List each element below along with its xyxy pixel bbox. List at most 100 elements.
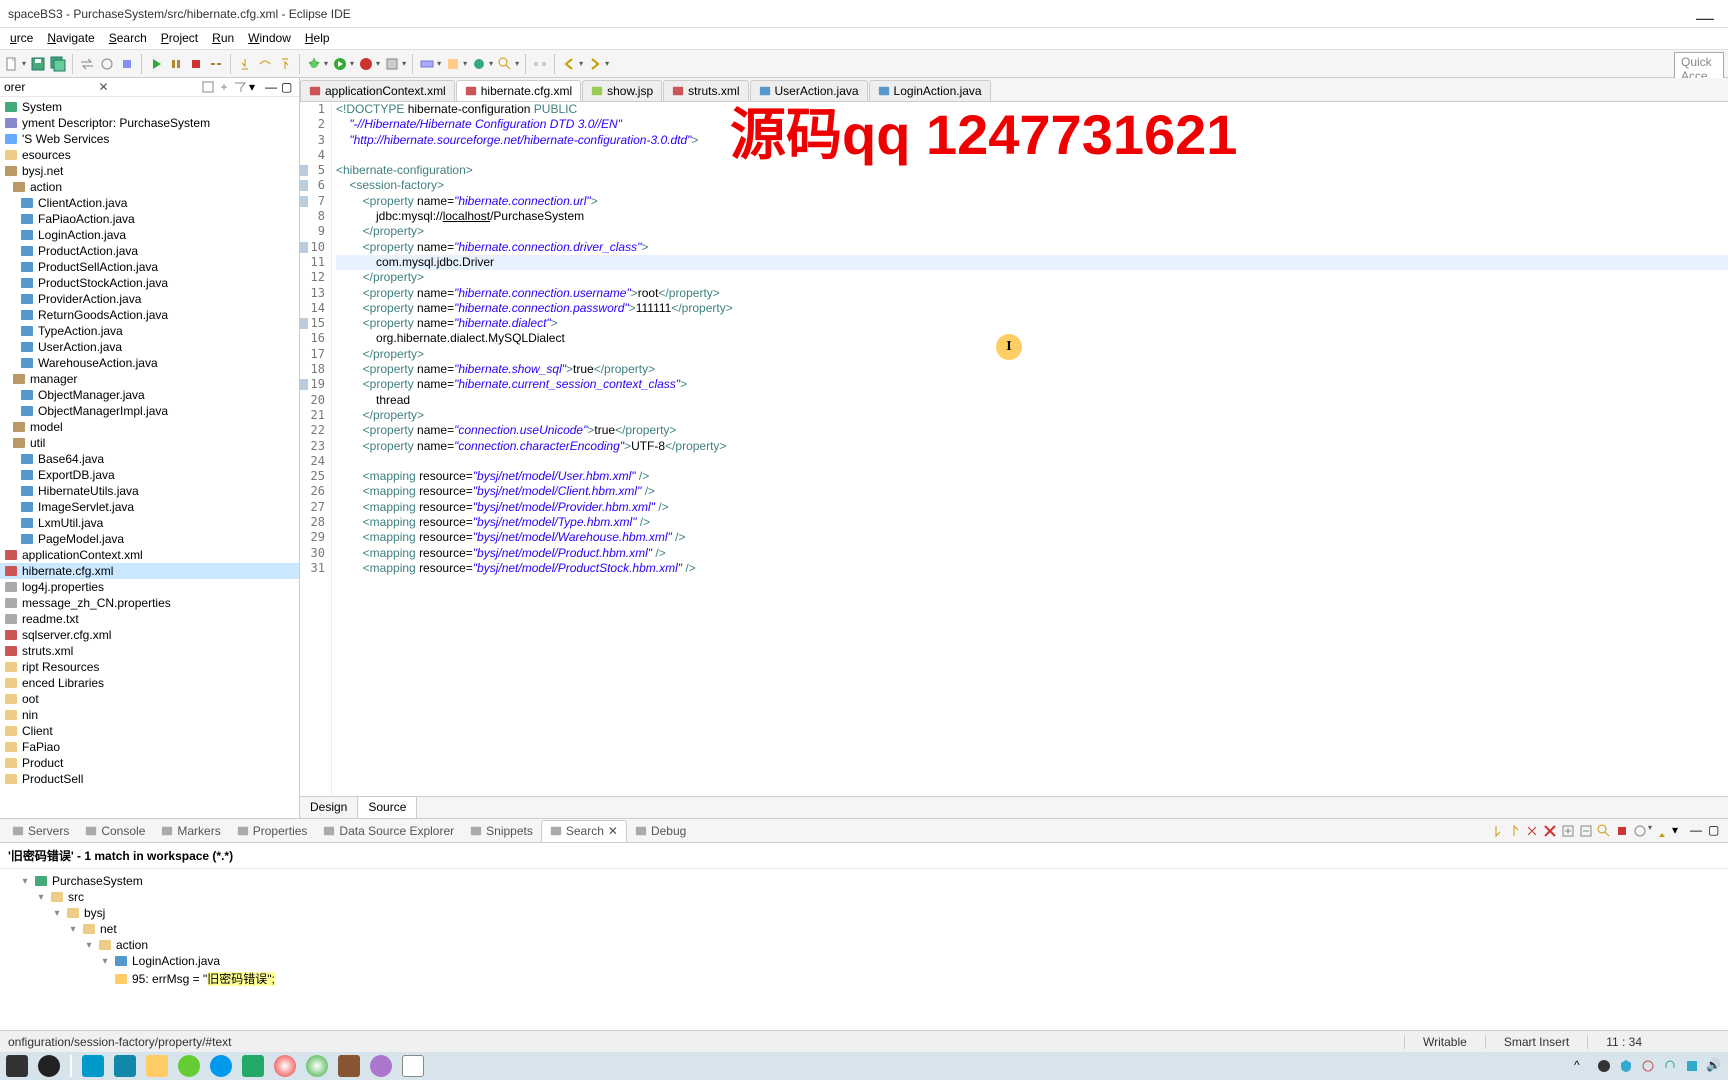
editor-tab[interactable]: show.jsp (582, 80, 662, 101)
tree-item[interactable]: ObjectManagerImpl.java (0, 403, 299, 419)
tree-item[interactable]: ProductSellAction.java (0, 259, 299, 275)
remove-match-icon[interactable] (1524, 823, 1540, 839)
next-match-icon[interactable] (1488, 823, 1504, 839)
suspend-icon[interactable] (168, 56, 184, 72)
menu-navigate[interactable]: Navigate (41, 28, 100, 49)
tree-item[interactable]: ReturnGoodsAction.java (0, 307, 299, 323)
app-eclipse-icon[interactable] (370, 1055, 392, 1077)
editor-tab[interactable]: struts.xml (663, 80, 748, 101)
app-notepad-icon[interactable] (114, 1055, 136, 1077)
tab-source[interactable]: Source (357, 797, 417, 818)
tree-item[interactable]: oot (0, 691, 299, 707)
search-icon[interactable] (497, 56, 513, 72)
app-k-icon[interactable] (82, 1055, 104, 1077)
cancel-search-icon[interactable] (1614, 823, 1630, 839)
tree-item[interactable]: message_zh_CN.properties (0, 595, 299, 611)
app-doc-icon[interactable] (402, 1055, 424, 1077)
expand-all-icon[interactable] (1560, 823, 1576, 839)
tree-item[interactable]: log4j.properties (0, 579, 299, 595)
tree-item[interactable]: LoginAction.java (0, 227, 299, 243)
explorer-tab-label[interactable]: orer (4, 80, 94, 94)
toggle-breadcrumb-icon[interactable] (532, 56, 548, 72)
tree-item[interactable]: model (0, 419, 299, 435)
tree-item[interactable]: hibernate.cfg.xml (0, 563, 299, 579)
collapse-all-bottom-icon[interactable] (1578, 823, 1594, 839)
link-editor-icon[interactable] (217, 80, 231, 94)
prev-match-icon[interactable] (1506, 823, 1522, 839)
back-icon[interactable] (561, 56, 577, 72)
tree-item[interactable]: ProductAction.java (0, 243, 299, 259)
tab-design[interactable]: Design (300, 797, 357, 818)
bottom-tab-data-source-explorer[interactable]: Data Source Explorer (315, 821, 462, 841)
tree-item[interactable]: sqlserver.cfg.xml (0, 627, 299, 643)
run-last-icon[interactable] (358, 56, 374, 72)
app-obs-icon[interactable] (6, 1055, 28, 1077)
editor-tab[interactable]: LoginAction.java (869, 80, 991, 101)
expand-icon[interactable]: ▾ (20, 876, 30, 887)
resume-icon[interactable] (148, 56, 164, 72)
tree-item[interactable]: ObjectManager.java (0, 387, 299, 403)
maximize-bottom-icon[interactable]: ▢ (1708, 823, 1724, 839)
close-icon[interactable]: ✕ (98, 80, 108, 94)
step-over-icon[interactable] (257, 56, 273, 72)
tree-item[interactable]: ript Resources (0, 659, 299, 675)
pin-icon[interactable] (119, 56, 135, 72)
new-icon[interactable] (4, 56, 20, 72)
minimize-view-icon[interactable]: — (265, 80, 279, 94)
menu-search[interactable]: Search (103, 28, 153, 49)
bottom-tab-markers[interactable]: Markers (153, 821, 228, 841)
minimize-bottom-icon[interactable]: — (1690, 823, 1706, 839)
tree-item[interactable]: Base64.java (0, 451, 299, 467)
tree-item[interactable]: HibernateUtils.java (0, 483, 299, 499)
tree-item[interactable]: bysj.net (0, 163, 299, 179)
tree-item[interactable]: yment Descriptor: PurchaseSystem (0, 115, 299, 131)
bottom-tab-snippets[interactable]: Snippets (462, 821, 541, 841)
tree-item[interactable]: Client (0, 723, 299, 739)
bottom-tab-debug[interactable]: Debug (627, 821, 694, 841)
tree-item[interactable]: WarehouseAction.java (0, 355, 299, 371)
save-icon[interactable] (30, 56, 46, 72)
view-menu-icon[interactable]: ▾ (249, 80, 263, 94)
app-excel-icon[interactable] (242, 1055, 264, 1077)
search-result-item[interactable]: ▾bysj (8, 905, 1720, 921)
tree-item[interactable]: UserAction.java (0, 339, 299, 355)
tray-up-icon[interactable]: ^ (1574, 1058, 1590, 1074)
tree-item[interactable]: System (0, 99, 299, 115)
external-tools-icon[interactable] (384, 56, 400, 72)
app-globe-icon[interactable] (178, 1055, 200, 1077)
editor-tab[interactable]: hibernate.cfg.xml (456, 80, 581, 101)
terminate-icon[interactable] (188, 56, 204, 72)
line-gutter[interactable]: 1234567891011121314151617181920212223242… (300, 102, 332, 796)
tree-item[interactable]: ProductSell (0, 771, 299, 787)
tray-gear-icon[interactable] (1640, 1058, 1656, 1074)
app-explorer-icon[interactable] (146, 1055, 168, 1077)
disconnect-icon[interactable] (208, 56, 224, 72)
tray-penguin-icon[interactable] (1596, 1058, 1612, 1074)
minimize-icon[interactable]: — (1696, 4, 1714, 32)
tree-item[interactable]: ImageServlet.java (0, 499, 299, 515)
menu-run[interactable]: Run (206, 28, 240, 49)
tray-antivirus-icon[interactable] (1618, 1058, 1634, 1074)
expand-icon[interactable]: ▾ (52, 908, 62, 919)
tree-item[interactable]: Product (0, 755, 299, 771)
expand-icon[interactable]: ▾ (100, 956, 110, 967)
expand-icon[interactable]: ▾ (84, 940, 94, 951)
search-result-item[interactable]: ▾src (8, 889, 1720, 905)
tree-item[interactable]: ProviderAction.java (0, 291, 299, 307)
bottom-tab-console[interactable]: Console (77, 821, 153, 841)
new-server-icon[interactable] (419, 56, 435, 72)
menu-window[interactable]: Window (242, 28, 297, 49)
tree-item[interactable]: 'S Web Services (0, 131, 299, 147)
maximize-view-icon[interactable]: ▢ (281, 80, 295, 94)
tree-item[interactable]: manager (0, 371, 299, 387)
tray-square-icon[interactable] (1684, 1058, 1700, 1074)
code-area[interactable]: <!DOCTYPE hibernate-configuration PUBLIC… (332, 102, 1728, 796)
step-return-icon[interactable] (277, 56, 293, 72)
remove-all-icon[interactable] (1542, 823, 1558, 839)
menu-urce[interactable]: urce (4, 28, 39, 49)
tree-item[interactable]: ClientAction.java (0, 195, 299, 211)
tree-item[interactable]: readme.txt (0, 611, 299, 627)
history-icon[interactable] (1632, 823, 1648, 839)
app-brown-icon[interactable] (338, 1055, 360, 1077)
app-chrome-icon[interactable] (274, 1055, 296, 1077)
